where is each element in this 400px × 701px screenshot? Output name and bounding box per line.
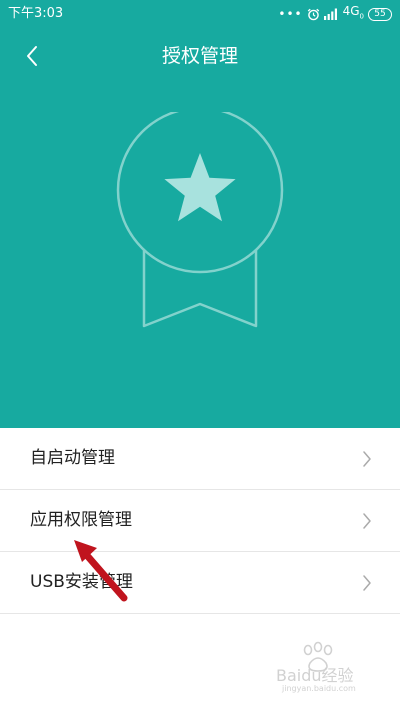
alarm-icon [307, 8, 319, 20]
page-title: 授权管理 [161, 45, 238, 67]
chevron-right-icon [363, 451, 371, 467]
status-bar: 下午3:03 ••• 4G0 55 [0, 0, 400, 28]
menu-item-label: USB安装管理 [30, 572, 133, 592]
star-ribbon-badge-icon [116, 112, 284, 328]
menu-item-autostart[interactable]: 自启动管理 [0, 428, 400, 490]
battery-level: 55 [374, 9, 386, 19]
watermark-url: jingyan.baidu.com [281, 684, 356, 693]
network-sub: 0 [359, 12, 364, 21]
menu-list: 自启动管理 应用权限管理 USB安装管理 [0, 428, 400, 614]
notification-dots: ••• [278, 7, 303, 21]
battery-indicator: 55 [368, 7, 392, 21]
chevron-right-icon [363, 575, 371, 591]
menu-item-label: 应用权限管理 [30, 510, 132, 530]
header-banner: 下午3:03 ••• 4G0 55 授权管理 [0, 0, 400, 428]
network-label: 4G [342, 4, 360, 19]
baidu-jingyan-watermark: Baidu经验 jingyan.baidu.com [276, 641, 356, 693]
status-time: 下午3:03 [8, 6, 64, 21]
nav-bar: 授权管理 [0, 28, 400, 84]
network-type: 4G0 [343, 3, 364, 24]
menu-item-label: 自启动管理 [30, 448, 115, 468]
status-icons: ••• 4G0 55 [278, 3, 392, 24]
menu-item-usb-install[interactable]: USB安装管理 [0, 552, 400, 614]
signal-bars-icon [323, 8, 337, 20]
watermark-text: Baidu经验 [276, 666, 354, 685]
chevron-right-icon [363, 513, 371, 529]
menu-item-app-permissions[interactable]: 应用权限管理 [0, 490, 400, 552]
